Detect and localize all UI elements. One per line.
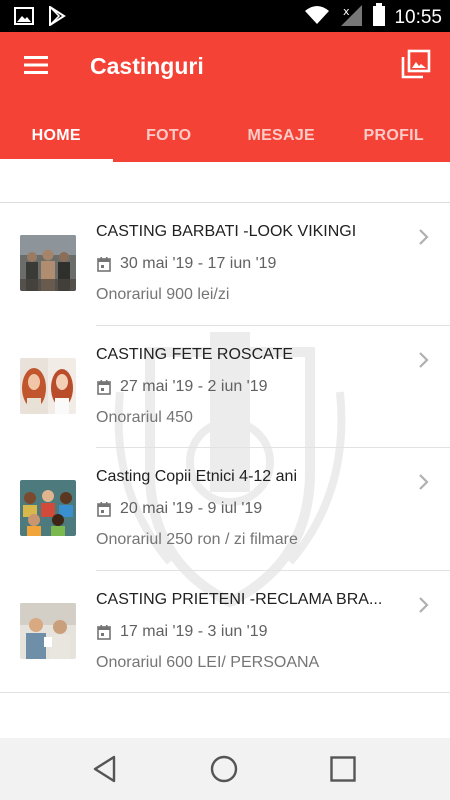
casting-list: CASTING BARBATI -LOOK VIKINGI 30 mai '19… [0, 203, 450, 693]
back-icon [93, 755, 116, 783]
casting-fee: Onorariul 450 [96, 408, 193, 426]
svg-text:x: x [343, 5, 350, 18]
chevron-right-icon [419, 596, 429, 613]
chevron-right-icon [419, 229, 429, 245]
menu-button[interactable] [16, 50, 56, 84]
recents-button[interactable] [326, 752, 360, 786]
recents-icon [330, 756, 356, 782]
redheads-photo [20, 357, 76, 414]
tab-bar: HOME FOTO MESAJE PROFIL [0, 110, 450, 162]
casting-dates: 17 mai '19 - 3 iun '19 [96, 621, 268, 643]
system-nav-bar [0, 738, 450, 800]
casting-title: Casting Copii Etnici 4-12 ani [96, 468, 297, 485]
casting-title: CASTING FETE ROSCATE [96, 345, 294, 363]
signal-icon: x [338, 3, 364, 32]
casting-title: CASTING PRIETENI -RECLAMA BRA... [96, 590, 383, 608]
list-item[interactable]: CASTING FETE ROSCATE 27 mai '19 - 2 iun … [0, 326, 450, 448]
vikings-photo [20, 235, 76, 291]
list-item[interactable]: Casting Copii Etnici 4-12 ani 20 mai '19… [0, 448, 450, 571]
row-divider [0, 692, 450, 693]
casting-date-text: 30 mai '19 - 17 iun '19 [120, 255, 277, 272]
back-button[interactable] [88, 752, 122, 786]
status-time: 10:55 [394, 6, 442, 28]
home-icon [210, 755, 238, 783]
photo-library-icon [401, 49, 431, 84]
casting-dates: 20 mai '19 - 9 iul '19 [96, 498, 262, 520]
tab-profil[interactable]: PROFIL [338, 110, 450, 162]
casting-list-area[interactable]: CASTING BARBATI -LOOK VIKINGI 30 mai '19… [0, 162, 450, 738]
casting-title: CASTING BARBATI -LOOK VIKINGI [96, 223, 357, 240]
casting-dates: 30 mai '19 - 17 iun '19 [96, 253, 276, 275]
calendar-icon [97, 257, 111, 272]
casting-date-text: 20 mai '19 - 9 iul '19 [120, 500, 263, 517]
casting-date-text: 17 mai '19 - 3 iun '19 [120, 622, 268, 640]
status-bar: x 10:55 [0, 0, 450, 32]
gallery-button[interactable] [398, 48, 434, 84]
play-store-icon [48, 5, 66, 31]
image-icon [14, 7, 34, 30]
battery-icon [372, 3, 386, 32]
chevron-right-icon [419, 474, 429, 490]
app-bar: Castinguri HOME FOTO MESAJE PROFIL [0, 32, 450, 162]
friends-photo [20, 602, 76, 659]
calendar-icon [97, 624, 111, 640]
casting-dates: 27 mai '19 - 2 iun '19 [96, 376, 268, 398]
tab-mesaje[interactable]: MESAJE [225, 110, 338, 162]
wifi-icon [304, 4, 330, 31]
menu-icon [24, 55, 48, 79]
tab-foto[interactable]: FOTO [113, 110, 226, 162]
casting-fee: Onorariul 600 LEI/ PERSOANA [96, 653, 320, 671]
chevron-right-icon [419, 351, 429, 368]
calendar-icon [97, 379, 111, 395]
list-item[interactable]: CASTING PRIETENI -RECLAMA BRA... 17 mai … [0, 571, 450, 693]
page-title: Castinguri [90, 53, 204, 79]
list-item[interactable]: CASTING BARBATI -LOOK VIKINGI 30 mai '19… [0, 203, 450, 326]
children-photo [20, 480, 76, 536]
casting-fee: Onorariul 250 ron / zi filmare [96, 531, 298, 548]
calendar-icon [97, 502, 111, 517]
casting-fee: Onorariul 900 lei/zi [96, 286, 230, 303]
tab-home[interactable]: HOME [0, 110, 113, 162]
home-button[interactable] [207, 752, 241, 786]
casting-date-text: 27 mai '19 - 2 iun '19 [120, 377, 268, 395]
